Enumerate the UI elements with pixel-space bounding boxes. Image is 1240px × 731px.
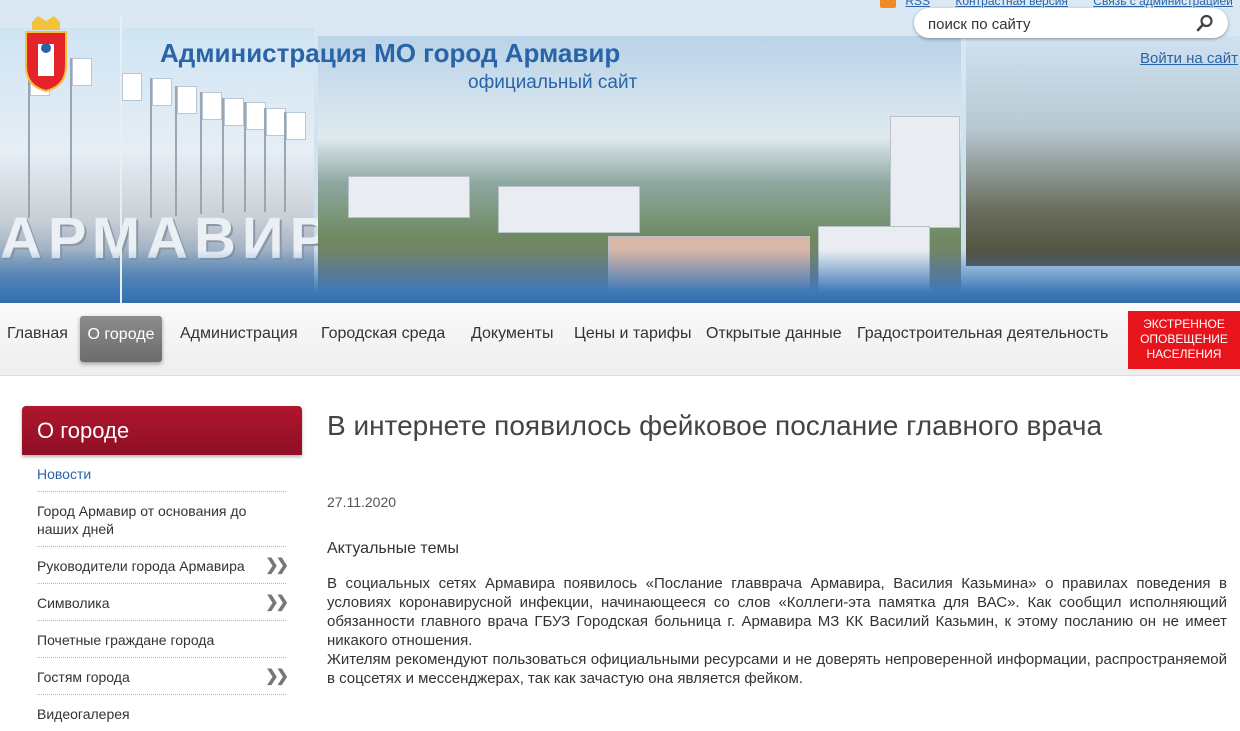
building-decoration xyxy=(348,176,470,218)
sidebar-item-label: Символика xyxy=(37,595,110,611)
flag-decoration xyxy=(200,92,222,214)
search-icon[interactable] xyxy=(1196,14,1214,32)
nav-item-home[interactable]: Главная xyxy=(7,325,68,343)
header-photo-festival xyxy=(966,36,1240,266)
building-decoration xyxy=(498,186,640,233)
site-header: АРМАВИР Администрация МО город Армавир о… xyxy=(0,0,1240,303)
sidebar-item-honorary-citizens[interactable]: Почетные граждане города xyxy=(37,621,286,658)
flag-decoration xyxy=(264,108,286,212)
double-chevron-right-icon[interactable]: ❯❯ xyxy=(265,668,289,686)
sidebar-item-label: Почетные граждане города xyxy=(37,632,215,648)
article-body: В социальных сетях Армавира появилось «П… xyxy=(327,574,1227,688)
rss-icon[interactable] xyxy=(880,0,896,8)
contrast-version-link[interactable]: Контрастная версия xyxy=(955,0,1068,8)
nav-item-about-city[interactable]: О городе xyxy=(80,316,162,362)
double-chevron-right-icon[interactable]: ❯❯ xyxy=(265,594,289,612)
coat-of-arms-icon xyxy=(25,16,67,92)
article-title: В интернете появилось фейковое послание … xyxy=(327,410,1103,441)
sidebar-item-label: Новости xyxy=(37,466,92,482)
nav-item-documents[interactable]: Документы xyxy=(471,325,553,343)
login-link[interactable]: Войти на сайт xyxy=(1140,50,1238,67)
flag-decoration xyxy=(150,78,172,218)
article-date: 27.11.2020 xyxy=(327,494,397,510)
main-navigation: Главная О городе Администрация Городская… xyxy=(0,303,1240,376)
sidebar: О городе Новости Город Армавир от основа… xyxy=(22,406,302,731)
article-paragraph: В социальных сетях Армавира появилось «П… xyxy=(327,575,1227,649)
flag-decoration xyxy=(222,98,244,213)
contact-administration-link[interactable]: Связь с администрацией xyxy=(1093,0,1233,8)
double-chevron-right-icon[interactable]: ❯❯ xyxy=(265,557,289,575)
emergency-alert-button[interactable]: ЭКСТРЕННОЕ ОПОВЕЩЕНИЕ НАСЕЛЕНИЯ xyxy=(1128,311,1240,369)
header-divider-line xyxy=(120,16,122,303)
sidebar-item-news[interactable]: Новости xyxy=(37,455,286,492)
sidebar-item-label: Видеогалерея xyxy=(37,706,130,722)
nav-item-prices-tariffs[interactable]: Цены и тарифы xyxy=(574,325,691,343)
nav-item-label: О городе xyxy=(87,326,155,343)
sidebar-item-city-leaders[interactable]: Руководители города Армавира ❯❯ xyxy=(37,547,289,584)
site-subtitle: официальный сайт xyxy=(468,72,638,93)
sidebar-item-history[interactable]: Город Армавир от основания до наших дней xyxy=(37,492,286,547)
sidebar-item-video-gallery[interactable]: Видеогалерея xyxy=(37,695,286,731)
article: В интернете появилось фейковое послание … xyxy=(327,406,1227,687)
sidebar-item-city-guests[interactable]: Гостям города ❯❯ xyxy=(37,658,289,695)
article-section-label: Актуальные темы xyxy=(327,540,459,557)
sidebar-title: О городе xyxy=(22,406,302,455)
search-box xyxy=(914,8,1228,38)
nav-item-urban-planning[interactable]: Градостроительная деятельность xyxy=(857,325,1108,343)
rss-link[interactable]: RSS xyxy=(905,0,930,8)
header-blue-band xyxy=(0,250,1240,303)
nav-item-administration[interactable]: Администрация xyxy=(180,325,298,343)
top-links: RSS Контрастная версия Связь с администр… xyxy=(880,0,1233,8)
nav-item-urban-environment[interactable]: Городская среда xyxy=(321,325,445,343)
site-title: Администрация МО город Армавир xyxy=(160,38,621,68)
sidebar-item-symbols[interactable]: Символика ❯❯ xyxy=(37,584,289,621)
flag-decoration xyxy=(244,102,266,212)
sidebar-item-label: Гостям города xyxy=(37,669,130,685)
sidebar-item-label: Руководители города Армавира xyxy=(37,558,245,574)
sidebar-item-label: Город Армавир от основания до наших дней xyxy=(37,503,247,537)
building-decoration xyxy=(890,116,960,228)
flag-decoration xyxy=(284,112,306,212)
search-input[interactable] xyxy=(926,13,1180,35)
flag-decoration xyxy=(175,86,197,216)
flag-decoration xyxy=(70,58,92,218)
nav-item-open-data[interactable]: Открытые данные xyxy=(706,325,842,343)
article-paragraph: Жителям рекомендуют пользоваться официал… xyxy=(327,651,1227,687)
